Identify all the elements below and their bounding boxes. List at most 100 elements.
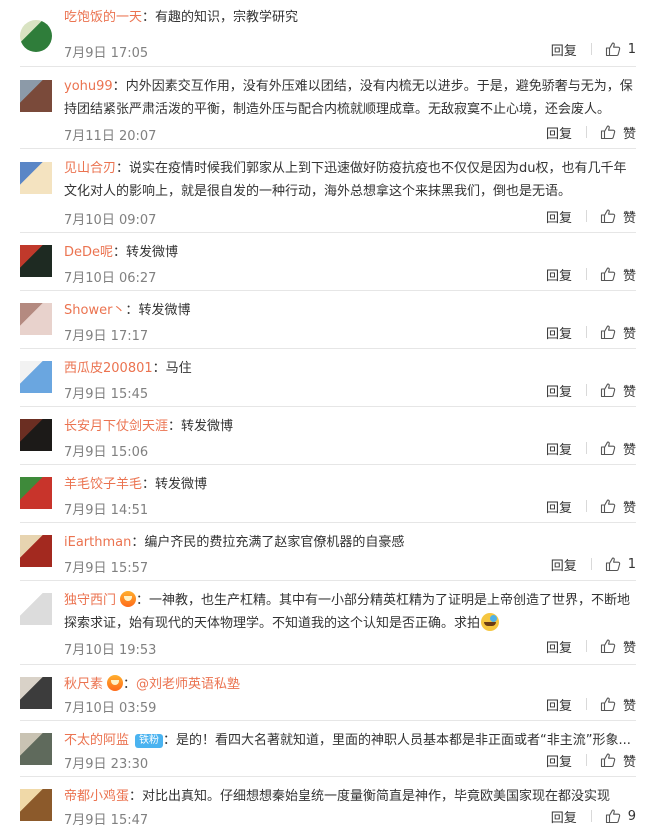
reply-button[interactable]: 回复	[546, 497, 572, 516]
username-link[interactable]: 羊毛饺子羊毛	[64, 477, 142, 492]
username-link[interactable]: 独守西门	[64, 593, 116, 608]
reply-button[interactable]: 回复	[546, 439, 572, 458]
like-button[interactable]: 赞	[600, 497, 636, 516]
like-button[interactable]: 赞	[600, 751, 636, 770]
reply-button[interactable]: 回复	[546, 637, 572, 656]
avatar[interactable]	[20, 593, 52, 625]
username-link[interactable]: 见山合刃	[64, 161, 116, 176]
comment-text: 内外因素交互作用，没有外压难以团结，没有内梳无以进步。于是，避免骄奢与无为，保持…	[64, 79, 633, 117]
like-button[interactable]: 赞	[600, 381, 636, 400]
action-divider	[590, 558, 592, 570]
like-button[interactable]: 1	[605, 556, 636, 572]
reply-button[interactable]: 回复	[546, 207, 572, 226]
colon-separator: ：	[152, 361, 166, 376]
vip-crown-icon	[107, 675, 124, 691]
comment-date: 7月9日 15:57	[64, 561, 149, 576]
comment-date: 7月9日 15:47	[64, 813, 149, 828]
like-count: 赞	[622, 210, 636, 226]
action-divider	[585, 126, 587, 138]
username-link[interactable]: 秋尺素	[64, 677, 103, 692]
comment-text-block: 秋尺素 ：@刘老师英语私塾	[64, 673, 636, 696]
like-button[interactable]: 1	[605, 41, 636, 57]
comment-actions: 回复 赞	[546, 381, 636, 400]
like-button[interactable]: 赞	[600, 439, 636, 458]
comment-text-block: iEarthman：编户齐民的费拉充满了赵家官僚机器的自豪感	[64, 531, 636, 554]
colon-separator: ：	[129, 789, 143, 804]
action-divider	[585, 268, 587, 280]
comment-actions: 回复 赞	[546, 497, 636, 516]
like-button[interactable]: 赞	[600, 207, 636, 226]
comment-date: 7月9日 17:05	[64, 46, 149, 61]
like-button[interactable]: 赞	[600, 123, 636, 142]
comment-actions: 回复 赞	[546, 323, 636, 342]
vip-crown-icon	[120, 591, 137, 607]
username-link[interactable]: 西瓜皮200801	[64, 361, 153, 376]
like-count: 赞	[622, 754, 636, 770]
username-link[interactable]: Shower丶	[64, 303, 125, 318]
avatar[interactable]	[20, 245, 52, 277]
reply-button[interactable]: 回复	[546, 695, 572, 714]
colon-separator: ：	[131, 535, 145, 550]
avatar[interactable]	[20, 733, 52, 765]
comment-actions: 回复 1	[551, 40, 636, 59]
like-count: 1	[627, 556, 636, 572]
reply-button[interactable]: 回复	[551, 555, 577, 574]
username-link[interactable]: 帝都小鸡蛋	[64, 789, 129, 804]
username-link[interactable]: 吃饱饭的一天	[64, 10, 142, 25]
reply-button[interactable]: 回复	[546, 751, 572, 770]
reply-button[interactable]: 回复	[546, 265, 572, 284]
comment-item: 秋尺素 ：@刘老师英语私塾 7月10日 03:59 回复 赞	[20, 664, 636, 720]
avatar[interactable]	[20, 80, 52, 112]
like-button[interactable]: 赞	[600, 637, 636, 656]
comment-text-block: 羊毛饺子羊毛：转发微博	[64, 473, 636, 496]
comment-date: 7月10日 19:53	[64, 643, 157, 658]
like-button[interactable]: 赞	[600, 265, 636, 284]
like-button[interactable]: 赞	[600, 695, 636, 714]
comment-item: 见山合刃：说实在疫情时候我们郭家从上到下迅速做好防疫抗疫也不仅仅是因为du权，也…	[20, 148, 636, 232]
username-link[interactable]: 长安月下仗剑天涯	[64, 419, 168, 434]
action-divider	[590, 43, 592, 55]
comment-text-block: 不太的阿监 铁粉 ：是的！看四大名著就知道，里面的神职人员基本都是非正面或者“非主流…	[64, 729, 636, 752]
comment-date: 7月11日 20:07	[64, 129, 157, 144]
comment-item: yohu99：内外因素交互作用，没有外压难以团结，没有内梳无以进步。于是，避免骄…	[20, 66, 636, 148]
avatar[interactable]	[20, 419, 52, 451]
reply-button[interactable]: 回复	[551, 40, 577, 59]
comment-item: DeDe呢：转发微博 7月10日 06:27 回复 赞	[20, 232, 636, 290]
thumbs-up-icon	[605, 42, 620, 57]
like-count: 赞	[622, 500, 636, 516]
avatar[interactable]	[20, 535, 52, 567]
comment-text-block: 独守西门 ：一神教，也生产杠精。其中有一小部分精英杠精为了证明是上帝创造了世界，不…	[64, 589, 636, 635]
comment-date: 7月9日 14:51	[64, 503, 149, 518]
reply-button[interactable]: 回复	[546, 123, 572, 142]
avatar[interactable]	[20, 162, 52, 194]
username-link[interactable]: 不太的阿监	[64, 733, 129, 748]
comment-text: 说实在疫情时候我们郭家从上到下迅速做好防疫抗疫也不仅仅是因为du权，也有几千年文…	[64, 161, 627, 199]
avatar[interactable]	[20, 361, 52, 393]
like-button[interactable]: 赞	[600, 323, 636, 342]
comment-actions: 回复 赞	[546, 265, 636, 284]
comment-text: 转发微博	[138, 303, 191, 318]
avatar[interactable]	[20, 677, 52, 709]
avatar[interactable]	[20, 303, 52, 335]
avatar[interactable]	[20, 789, 52, 821]
reply-button[interactable]: 回复	[546, 323, 572, 342]
action-divider	[585, 500, 587, 512]
avatar[interactable]	[20, 477, 52, 509]
comment-item: iEarthman：编户齐民的费拉充满了赵家官僚机器的自豪感 7月9日 15:57…	[20, 522, 636, 580]
username-link[interactable]: yohu99	[64, 79, 113, 94]
comment-date: 7月10日 03:59	[64, 701, 157, 716]
username-link[interactable]: iEarthman	[64, 535, 131, 550]
avatar[interactable]	[20, 20, 52, 52]
like-count: 9	[627, 808, 636, 824]
reply-button[interactable]: 回复	[546, 381, 572, 400]
username-link[interactable]: DeDe呢	[64, 245, 113, 260]
thumbs-up-icon	[605, 557, 620, 572]
comment-actions: 回复 9	[551, 807, 636, 826]
reply-button[interactable]: 回复	[551, 807, 577, 826]
thumbs-up-icon	[605, 809, 620, 824]
comment-item: 长安月下仗剑天涯：转发微博 7月9日 15:06 回复 赞	[20, 406, 636, 464]
like-button[interactable]: 9	[605, 808, 636, 824]
action-divider	[585, 326, 587, 338]
like-count: 赞	[622, 384, 636, 400]
mention-link[interactable]: @刘老师英语私塾	[136, 677, 240, 692]
